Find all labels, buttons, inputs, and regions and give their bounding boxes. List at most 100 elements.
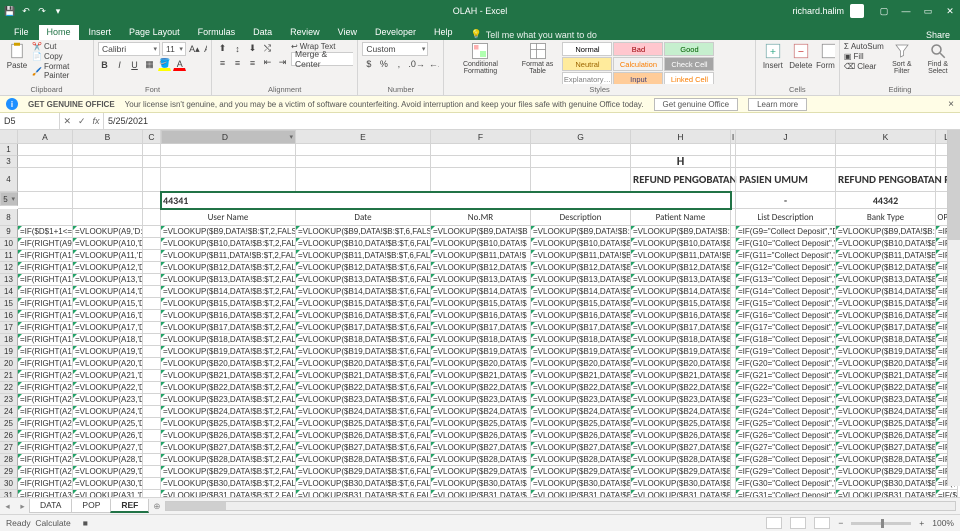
cell[interactable]: [18, 209, 73, 226]
tab-view[interactable]: View: [330, 25, 365, 40]
cell[interactable]: [143, 209, 161, 226]
font-size-select[interactable]: 11: [162, 42, 186, 56]
cell[interactable]: =VLOOKUP($B31,DATA!$: [431, 490, 531, 497]
cell[interactable]: =IF(RIGHT(A25,2)+1: [18, 430, 73, 442]
align-bottom-icon[interactable]: ⬇: [246, 42, 259, 55]
cell[interactable]: =VLOOKUP($B11,DATA!$B:$T,5,FALSE): [631, 250, 731, 262]
msgbar-close-icon[interactable]: ×: [948, 99, 954, 110]
cell[interactable]: =VLOOKUP($B12,DATA!$: [431, 262, 531, 274]
align-left-icon[interactable]: ≡: [216, 56, 229, 69]
cell[interactable]: =VLOOKUP($B20,DATA!$: [431, 358, 531, 370]
enter-formula-icon[interactable]: ✓: [78, 116, 86, 127]
cell[interactable]: =VLOOKUP($B16,DATA!$B:$T,4,F: [531, 310, 631, 322]
cell[interactable]: =VLOOKUP($B18,DATA!$B:$T,2,FALSE): [161, 334, 296, 346]
cell[interactable]: =IF(G17="Collect Deposit","DEPO: [736, 322, 836, 334]
col-header-K[interactable]: K: [836, 130, 936, 143]
cell[interactable]: =VLOOKUP(A29,'D:\: [73, 466, 143, 478]
style-swatch-explanatory[interactable]: Explanatory…: [562, 72, 612, 84]
align-center-icon[interactable]: ≡: [231, 56, 244, 69]
maximize-icon[interactable]: ▭: [922, 5, 934, 17]
cell[interactable]: =VLOOKUP($B17,DATA!$: [431, 322, 531, 334]
cell[interactable]: =VLOOKUP($B31,DATA!$B:$T,4,F: [531, 490, 631, 497]
cell[interactable]: =VLOOKUP($B13,DATA!$B:$T,4,F: [531, 274, 631, 286]
percent-icon[interactable]: %: [377, 57, 390, 70]
cell[interactable]: [296, 168, 431, 192]
horizontal-scrollbar[interactable]: [165, 501, 957, 511]
tab-review[interactable]: Review: [282, 25, 328, 40]
merge-center-button[interactable]: Merge & Center: [291, 52, 353, 66]
row-header[interactable]: 28: [0, 454, 18, 466]
cell[interactable]: =VLOOKUP($B25,DATA!$B:$T,2,FALSE): [161, 418, 296, 430]
cell[interactable]: =VLOOKUP($B22,DATA!$B:$T,6,FALSE): [296, 382, 431, 394]
tab-formulas[interactable]: Formulas: [190, 25, 244, 40]
cell[interactable]: =VLOOKUP($B20,DATA!$B:$T,6,FALSE): [296, 358, 431, 370]
cell[interactable]: =VLOOKUP(A28,'D:\: [73, 454, 143, 466]
cell[interactable]: [143, 370, 161, 382]
cell[interactable]: =VLOOKUP($B31,DATA!$B:$T,6,FALSE): [296, 490, 431, 497]
cell[interactable]: [531, 144, 631, 156]
cell[interactable]: =IF(G12="Collect Deposit","DEPO: [736, 262, 836, 274]
cell[interactable]: =VLOOKUP($B13,DATA!$B:$T,2,FALSE): [161, 274, 296, 286]
cell[interactable]: =VLOOKUP($B17,DATA!$B:$T,1: [836, 322, 936, 334]
style-swatch-linkedcell[interactable]: Linked Cell: [664, 72, 714, 84]
cell[interactable]: =VLOOKUP($B19,DATA!$B:$T,4,F: [531, 346, 631, 358]
cell[interactable]: =VLOOKUP($B28,DATA!$B:$T,6,FALSE): [296, 454, 431, 466]
cell[interactable]: [531, 156, 631, 168]
tell-me-search[interactable]: 💡Tell me what you want to do: [471, 29, 597, 40]
cell[interactable]: No.MR: [431, 209, 531, 226]
cell[interactable]: =VLOOKUP($B13,DATA!$: [431, 274, 531, 286]
cell[interactable]: Date: [296, 209, 431, 226]
autosum-button[interactable]: ΣAutoSum: [844, 42, 884, 51]
cell[interactable]: =VLOOKUP($B18,DATA!$: [431, 334, 531, 346]
cell[interactable]: =VLOOKUP($B16,DATA!$B:$T,5,FALSE): [631, 310, 731, 322]
cell[interactable]: [143, 490, 161, 497]
row-header[interactable]: 9: [0, 226, 18, 238]
cell[interactable]: [296, 156, 431, 168]
row-header[interactable]: 17: [0, 322, 18, 334]
cell[interactable]: =VLOOKUP($B28,DATA!$B:$T,5,FALSE): [631, 454, 731, 466]
cell[interactable]: Description: [531, 209, 631, 226]
save-icon[interactable]: 💾: [4, 5, 16, 17]
underline-button[interactable]: U: [128, 58, 141, 71]
cell[interactable]: [143, 478, 161, 490]
cell[interactable]: =IF(G23="Collect Deposit","DEPO: [736, 394, 836, 406]
cell[interactable]: =VLOOKUP(A15,'D:\: [73, 298, 143, 310]
cell[interactable]: =VLOOKUP($B26,DATA!$: [431, 430, 531, 442]
cell[interactable]: =VLOOKUP($B18,DATA!$B:$T,4,F: [531, 334, 631, 346]
cell[interactable]: =VLOOKUP($B31,DATA!$B:$T,2,FALSE): [161, 490, 296, 497]
redo-icon[interactable]: ↷: [36, 5, 48, 17]
cell[interactable]: [143, 454, 161, 466]
cell[interactable]: =IF(RIGHT(A18,1)+1: [18, 346, 73, 358]
close-icon[interactable]: ✕: [944, 5, 956, 17]
cell[interactable]: =VLOOKUP($B25,DATA!$B:$T,1: [836, 418, 936, 430]
cell[interactable]: [143, 382, 161, 394]
cell[interactable]: =IF(RIGHT(A22,2)+1: [18, 394, 73, 406]
cell[interactable]: [143, 430, 161, 442]
cell[interactable]: =VLOOKUP($B21,DATA!$B:$T,5,FALSE): [631, 370, 731, 382]
row-header[interactable]: 8: [0, 209, 18, 226]
cell[interactable]: [73, 192, 143, 209]
cell[interactable]: [431, 168, 531, 192]
row-header[interactable]: 18: [0, 334, 18, 346]
cell[interactable]: [143, 192, 161, 209]
cell[interactable]: REFUND PENGOBATAN P: [836, 168, 936, 192]
cell[interactable]: =VLOOKUP($B24,DATA!$: [431, 406, 531, 418]
row-header[interactable]: 29: [0, 466, 18, 478]
cell[interactable]: =VLOOKUP($B29,DATA!$: [431, 466, 531, 478]
style-swatch-neutral[interactable]: Neutral: [562, 57, 612, 71]
cell[interactable]: =IF(RIGHT(A12,1)+1: [18, 274, 73, 286]
cell[interactable]: =IF(G15="Collect Deposit","DEPO: [736, 298, 836, 310]
indent-dec-icon[interactable]: ⇤: [261, 56, 274, 69]
cell[interactable]: =VLOOKUP($B15,DATA!$B:$T,1: [836, 298, 936, 310]
cell[interactable]: =VLOOKUP($B25,DATA!$B:$T,6,FALSE): [296, 418, 431, 430]
cell[interactable]: [143, 310, 161, 322]
cell[interactable]: =VLOOKUP($B10,DATA!$B:$T,4,F: [531, 238, 631, 250]
row-header[interactable]: 19: [0, 346, 18, 358]
cell[interactable]: =IF(RIGHT(A30,2)+1: [18, 490, 73, 497]
row-header[interactable]: 11: [0, 250, 18, 262]
cell[interactable]: =VLOOKUP($B18,DATA!$B:$T,1: [836, 334, 936, 346]
col-header-A[interactable]: A: [18, 130, 73, 143]
cell[interactable]: [531, 168, 631, 192]
tab-developer[interactable]: Developer: [367, 25, 424, 40]
cell[interactable]: =VLOOKUP($B13,DATA!$B:$T,5,FALSE): [631, 274, 731, 286]
